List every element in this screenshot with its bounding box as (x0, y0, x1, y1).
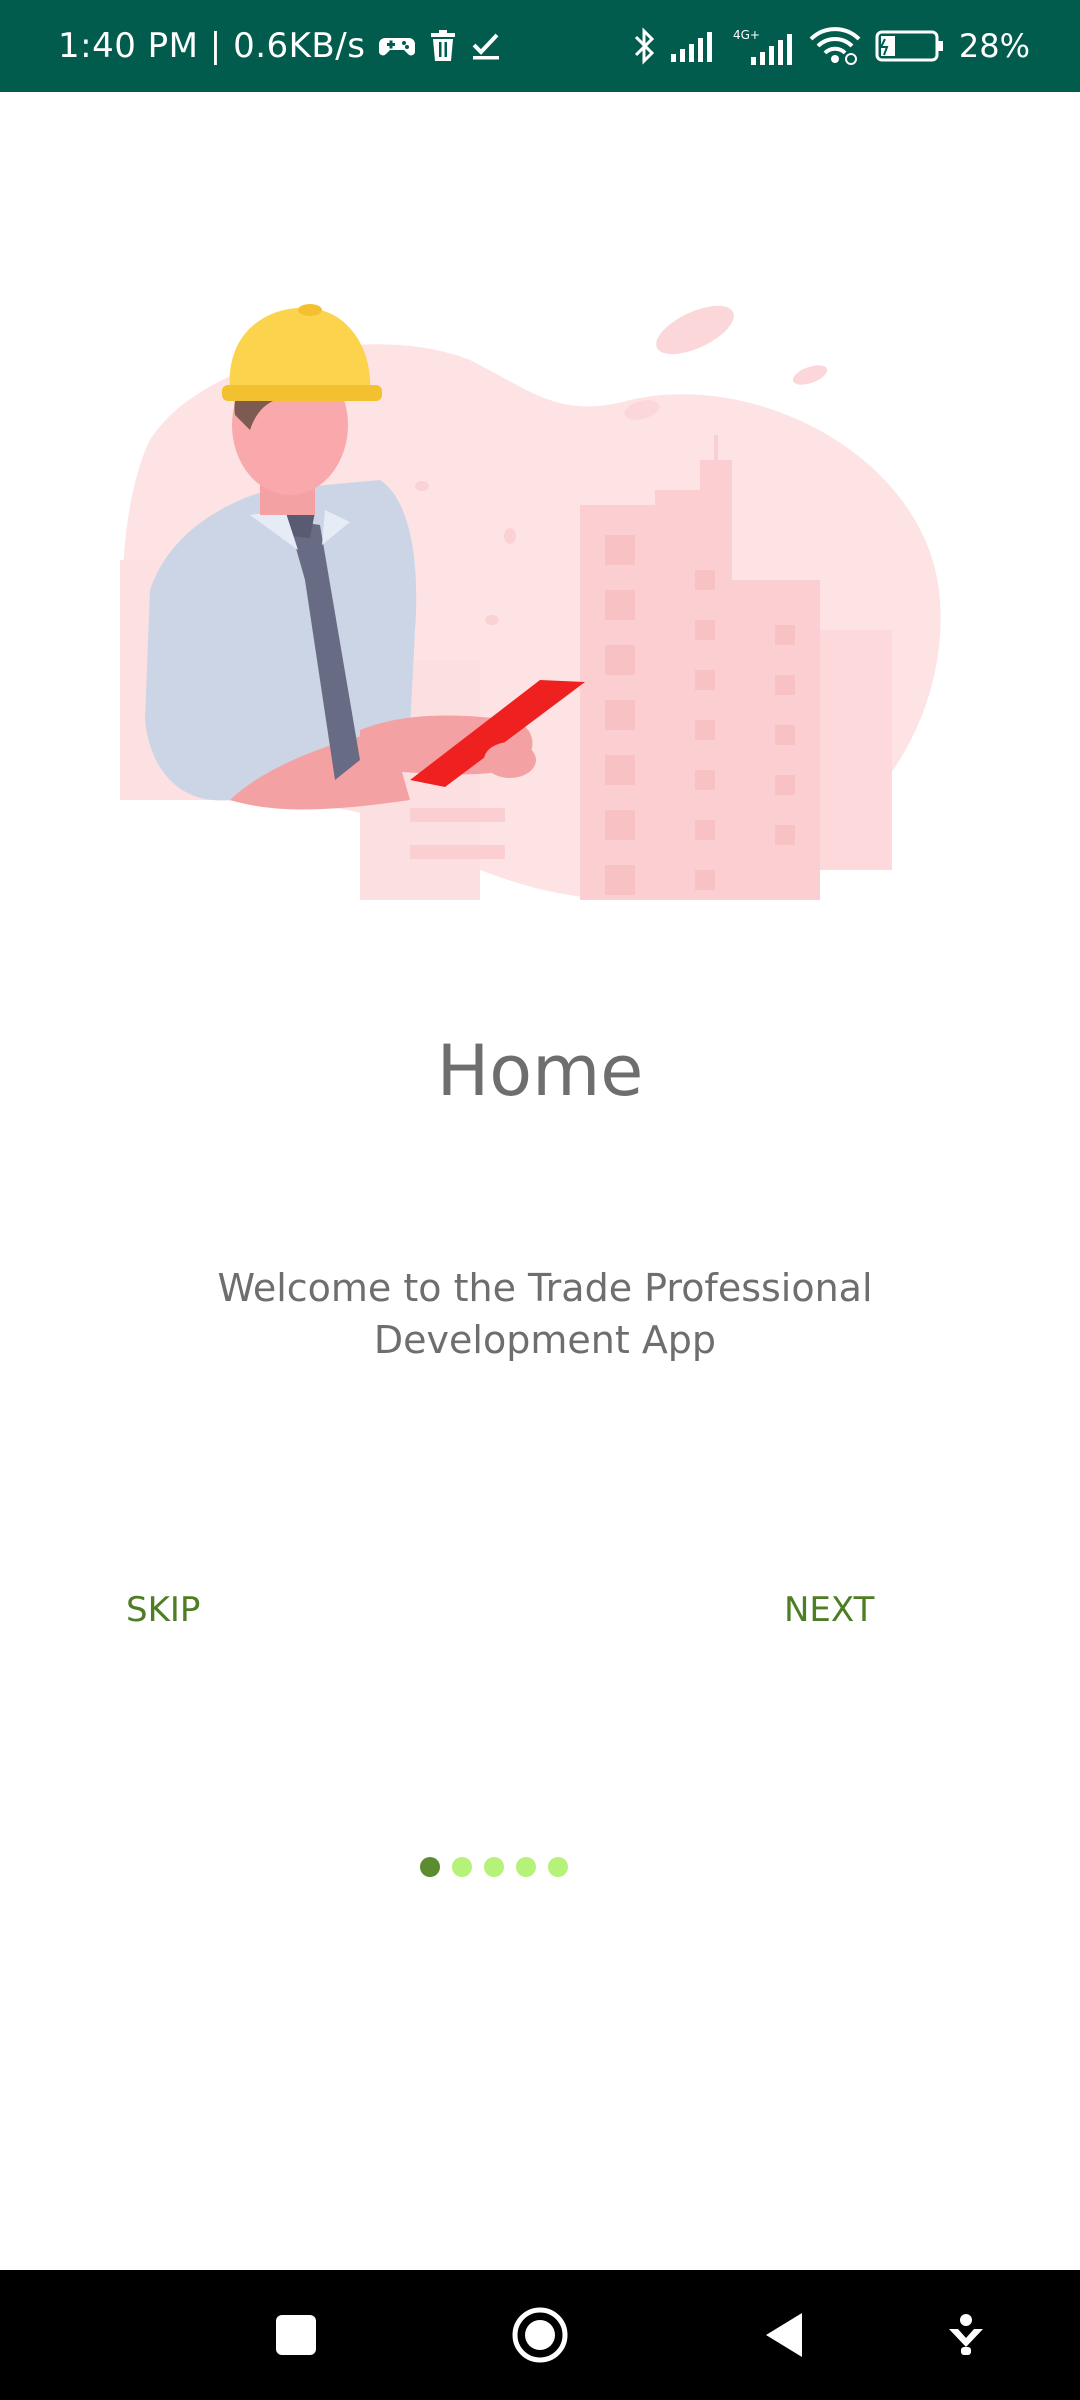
home-button[interactable] (490, 2270, 590, 2400)
signal-4g-icon: 4G+ (733, 28, 792, 65)
recents-square-icon (276, 2315, 316, 2355)
wifi-icon (809, 27, 861, 65)
battery-icon (875, 30, 943, 62)
recents-button[interactable] (246, 2270, 346, 2400)
back-triangle-icon (766, 2313, 802, 2357)
accessibility-button[interactable] (916, 2270, 1016, 2400)
skip-button[interactable]: SKIP (118, 1575, 208, 1645)
trash-icon (431, 30, 456, 61)
home-circle-icon (512, 2307, 568, 2363)
page-dot[interactable] (420, 1857, 440, 1877)
svg-text:4G+: 4G+ (733, 28, 760, 42)
status-left: 1:40 PM | 0.6KB/s (58, 0, 501, 92)
page-dot[interactable] (452, 1857, 472, 1877)
signal-icon (670, 32, 712, 62)
page-dot[interactable] (548, 1857, 568, 1877)
page-subtitle: Welcome to the Trade Professional Develo… (217, 1266, 873, 1362)
back-button[interactable] (734, 2270, 834, 2400)
check-icon (473, 33, 500, 60)
page-dot[interactable] (516, 1857, 536, 1877)
construction-worker-illustration (120, 304, 941, 900)
navigation-bar (0, 2270, 1080, 2400)
accessibility-icon (949, 2314, 983, 2355)
next-button[interactable]: NEXT (776, 1575, 882, 1645)
onboarding-screen: 1:40 PM | 0.6KB/s 4G+ 28% Home Welcome t… (0, 0, 1080, 2400)
battery-percentage: 28% (958, 27, 1030, 65)
bluetooth-icon (634, 27, 654, 65)
status-time: 1:40 PM | 0.6KB/s (58, 26, 366, 66)
page-indicator (420, 1857, 568, 1877)
page-dot[interactable] (484, 1857, 504, 1877)
page-title: Home (436, 1030, 644, 1112)
status-bar: 1:40 PM | 0.6KB/s 4G+ 28% (0, 0, 1080, 92)
status-right: 4G+ 28% (633, 0, 1030, 92)
game-controller-icon (379, 38, 416, 56)
